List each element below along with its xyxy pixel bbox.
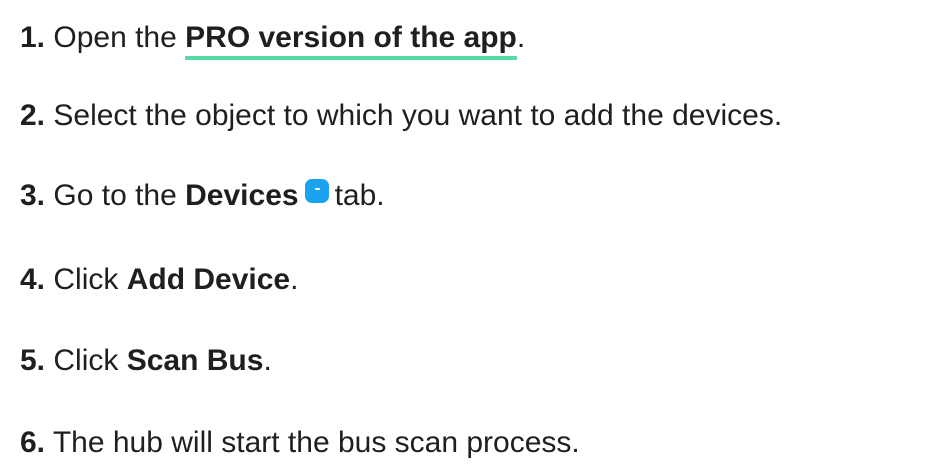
step-5: 5. Click Scan Bus.: [20, 341, 272, 381]
scan-bus-label: Scan Bus: [126, 344, 264, 377]
step-text: Open the: [53, 21, 177, 54]
step-text: Click: [53, 344, 119, 377]
devices-tab-label: Devices: [185, 179, 299, 212]
step-number: 1.: [20, 21, 46, 54]
step-number: 6.: [20, 426, 46, 459]
devices-tab-icon[interactable]: [304, 179, 329, 203]
pro-app-link[interactable]: PRO version of the app: [185, 21, 517, 60]
step-text: Go to the: [53, 179, 177, 212]
step-number: 3.: [20, 179, 46, 212]
step-3: 3. Go to the Devices tab.: [20, 176, 385, 216]
step-2: 2. Select the object to which you want t…: [20, 96, 782, 136]
instruction-steps: 1. Open the PRO version of the app. 2. S…: [0, 0, 928, 473]
step-number: 5.: [20, 344, 46, 377]
step-1: 1. Open the PRO version of the app.: [20, 18, 526, 60]
step-6: 6. The hub will start the bus scan proce…: [20, 423, 580, 463]
step-text-end: tab.: [334, 179, 385, 212]
add-device-label: Add Device: [126, 263, 291, 296]
step-text-end: .: [263, 344, 272, 377]
step-text: Select the object to which you want to a…: [53, 99, 783, 132]
step-text: Click: [53, 263, 119, 296]
step-4: 4. Click Add Device.: [20, 260, 298, 300]
step-text-end: .: [516, 21, 526, 54]
step-number: 2.: [20, 99, 46, 132]
step-text-end: .: [290, 263, 299, 296]
step-text: The hub will start the bus scan process.: [52, 426, 580, 459]
step-number: 4.: [20, 263, 46, 296]
